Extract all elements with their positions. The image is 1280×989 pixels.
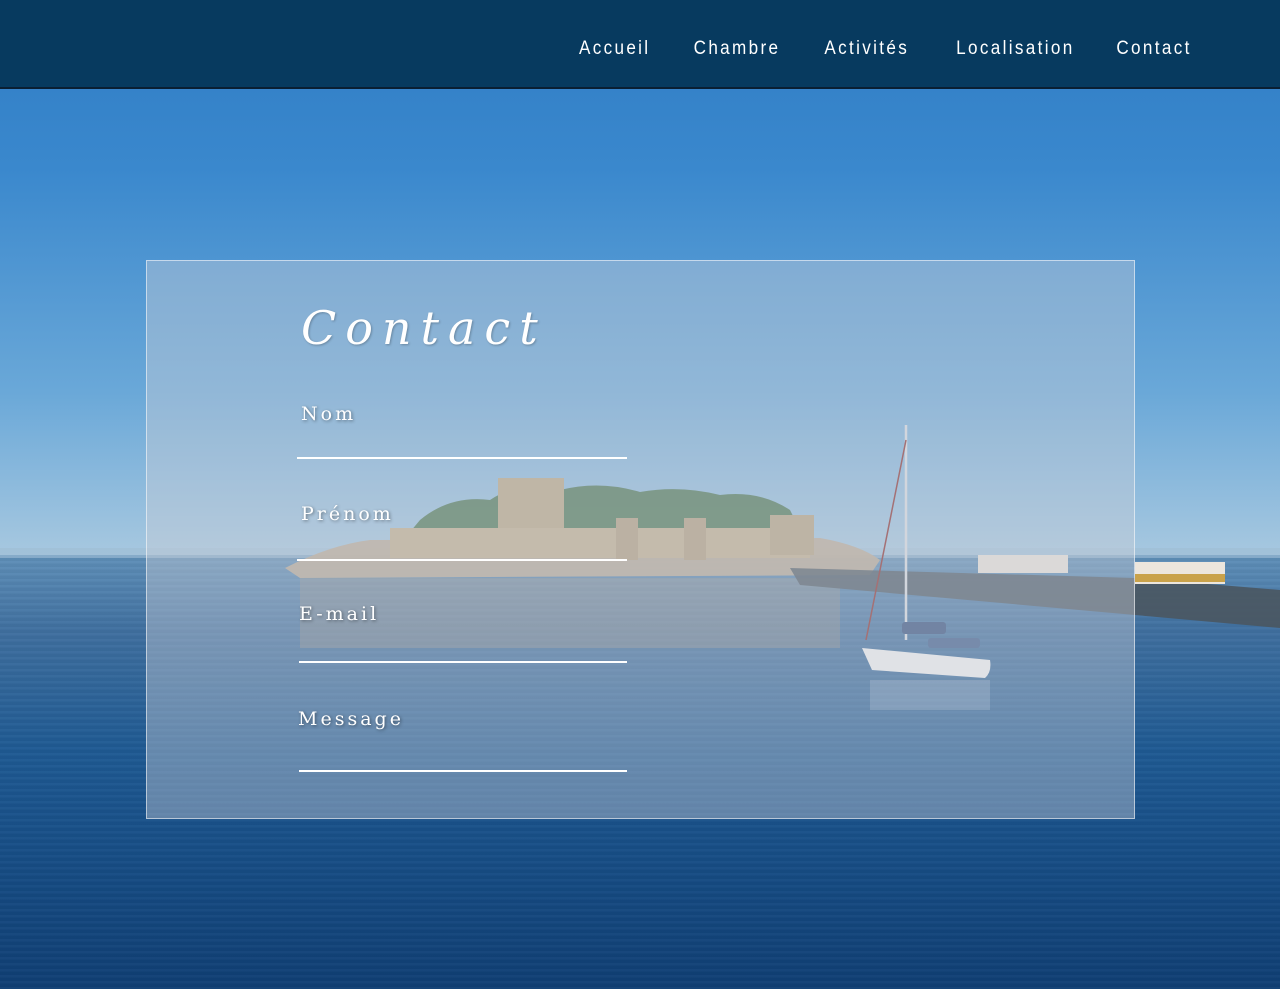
nom-label: Nom xyxy=(301,403,357,425)
email-underline xyxy=(299,661,627,663)
nav-item-activites[interactable]: Activités xyxy=(824,38,909,60)
nom-field[interactable] xyxy=(299,433,625,455)
nav-item-localisation[interactable]: Localisation xyxy=(956,38,1074,60)
email-field[interactable] xyxy=(299,637,625,659)
prenom-field[interactable] xyxy=(299,535,625,557)
prenom-underline xyxy=(297,559,627,561)
prenom-label: Prénom xyxy=(301,503,394,525)
contact-form-panel: Contact Nom Prénom E-mail Message xyxy=(146,260,1135,819)
nav-item-accueil[interactable]: Accueil xyxy=(579,38,651,60)
message-underline xyxy=(299,770,627,772)
nom-underline xyxy=(297,457,627,459)
message-label: Message xyxy=(298,708,404,730)
message-field[interactable] xyxy=(299,746,625,768)
page: Accueil Chambre Activités Localisation C… xyxy=(0,0,1280,989)
nav-item-contact[interactable]: Contact xyxy=(1117,38,1192,60)
main-nav: Accueil Chambre Activités Localisation C… xyxy=(571,38,1192,60)
site-header: Accueil Chambre Activités Localisation C… xyxy=(0,0,1280,89)
nav-item-chambre[interactable]: Chambre xyxy=(694,38,781,60)
email-label: E-mail xyxy=(299,603,380,625)
contact-title: Contact xyxy=(301,301,547,355)
